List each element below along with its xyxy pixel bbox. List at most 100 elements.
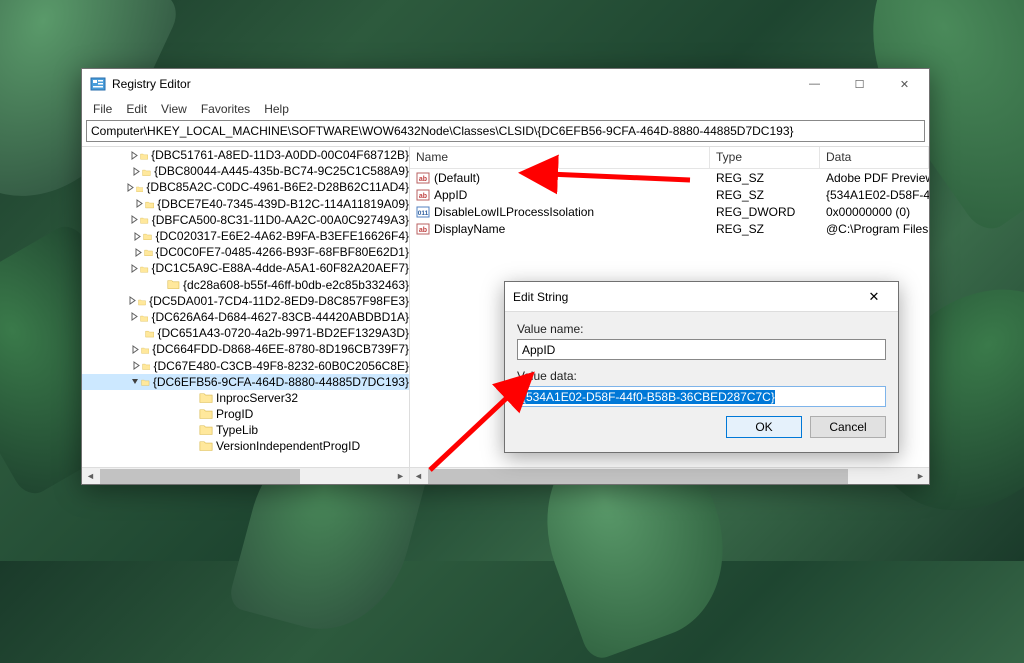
tree-item[interactable]: {DC6EFB56-9CFA-464D-8880-44885D7DC193} xyxy=(82,374,409,390)
tree-item-label: VersionIndependentProgID xyxy=(216,439,360,453)
folder-icon xyxy=(144,246,153,258)
list-row[interactable]: ab(Default)REG_SZAdobe PDF Preview xyxy=(410,169,929,186)
svg-text:011: 011 xyxy=(418,210,429,217)
col-type[interactable]: Type xyxy=(710,147,820,168)
tree-item[interactable]: InprocServer32 xyxy=(82,390,409,406)
list-scrollbar-h[interactable]: ◄ ► xyxy=(410,467,929,484)
folder-icon xyxy=(167,279,180,291)
tree-item-label: {DC020317-E6E2-4A62-B9FA-B3EFE16626F4} xyxy=(156,229,410,243)
tree-item[interactable]: {DC020317-E6E2-4A62-B9FA-B3EFE16626F4} xyxy=(82,228,409,244)
expand-icon[interactable] xyxy=(130,262,139,274)
tree-item[interactable]: {DBC51761-A8ED-11D3-A0DD-00C04F68712B} xyxy=(82,147,409,163)
tree-item[interactable]: {DC67E480-C3CB-49F8-8232-60B0C2056C8E} xyxy=(82,357,409,373)
tree-item-label: {DC651A43-0720-4a2b-9971-BD2EF1329A3D} xyxy=(157,326,409,340)
dialog-close-button[interactable]: ✕ xyxy=(858,283,890,311)
value-name: AppID xyxy=(434,188,467,202)
expand-icon[interactable] xyxy=(132,165,141,177)
list-row[interactable]: abAppIDREG_SZ{534A1E02-D58F-44f xyxy=(410,186,929,203)
tree-panel: {DBC51761-A8ED-11D3-A0DD-00C04F68712B}{D… xyxy=(82,147,410,484)
expand-icon[interactable] xyxy=(128,295,137,307)
expand-icon[interactable] xyxy=(131,376,140,388)
expand-icon[interactable] xyxy=(132,360,141,372)
tree-item-label: {DC1C5A9C-E88A-4dde-A5A1-60F82A20AEF7} xyxy=(152,261,409,275)
address-bar[interactable]: Computer\HKEY_LOCAL_MACHINE\SOFTWARE\WOW… xyxy=(86,120,925,142)
expand-icon[interactable] xyxy=(186,392,198,404)
close-button[interactable]: ✕ xyxy=(882,69,927,99)
tree-item[interactable]: {DC664FDD-D868-46EE-8780-8D196CB739F7} xyxy=(82,341,409,357)
tree-item[interactable]: {DC1C5A9C-E88A-4dde-A5A1-60F82A20AEF7} xyxy=(82,260,409,276)
scroll-right-icon[interactable]: ► xyxy=(392,468,409,485)
tree-item[interactable]: {DBC85A2C-C0DC-4961-B6E2-D28B62C11AD4} xyxy=(82,179,409,195)
menu-file[interactable]: File xyxy=(86,101,119,117)
binary-value-icon: 011 xyxy=(416,205,430,219)
scroll-left-icon[interactable]: ◄ xyxy=(82,468,99,485)
tree-item-label: {DBFCA500-8C31-11D0-AA2C-00A0C92749A3} xyxy=(152,213,409,227)
ok-button[interactable]: OK xyxy=(726,416,802,438)
dialog-titlebar[interactable]: Edit String ✕ xyxy=(505,282,898,312)
expand-icon[interactable] xyxy=(186,408,198,420)
expand-icon[interactable] xyxy=(130,311,139,323)
folder-icon xyxy=(143,230,152,242)
tree-item[interactable]: {DC0C0FE7-0485-4266-B93F-68FBF80E62D1} xyxy=(82,244,409,260)
tree-item-label: {DC67E480-C3CB-49F8-8232-60B0C2056C8E} xyxy=(154,359,410,373)
regedit-icon xyxy=(90,76,106,92)
expand-icon[interactable] xyxy=(130,214,139,226)
maximize-button[interactable]: ☐ xyxy=(837,69,882,99)
tree-body[interactable]: {DBC51761-A8ED-11D3-A0DD-00C04F68712B}{D… xyxy=(82,147,409,467)
expand-icon[interactable] xyxy=(136,327,144,339)
expand-icon[interactable] xyxy=(135,198,144,210)
folder-icon xyxy=(140,262,148,274)
tree-item[interactable]: {DBCE7E40-7345-439D-B12C-114A11819A09} xyxy=(82,196,409,212)
value-type: REG_SZ xyxy=(710,222,820,236)
value-name-label: Value name: xyxy=(517,322,886,336)
menu-help[interactable]: Help xyxy=(257,101,296,117)
menubar: File Edit View Favorites Help xyxy=(82,99,929,118)
list-row[interactable]: abDisplayNameREG_SZ@C:\Program Files (x xyxy=(410,220,929,237)
value-type: REG_SZ xyxy=(710,171,820,185)
menu-favorites[interactable]: Favorites xyxy=(194,101,257,117)
scroll-right-icon[interactable]: ► xyxy=(912,468,929,485)
tree-item-label: InprocServer32 xyxy=(216,391,298,405)
tree-item[interactable]: {DC5DA001-7CD4-11D2-8ED9-D8C857F98FE3} xyxy=(82,293,409,309)
col-name[interactable]: Name xyxy=(410,147,710,168)
value-name: DisplayName xyxy=(434,222,505,236)
tree-item-label: {DBC51761-A8ED-11D3-A0DD-00C04F68712B} xyxy=(151,148,409,162)
menu-view[interactable]: View xyxy=(154,101,194,117)
expand-icon[interactable] xyxy=(133,230,142,242)
tree-item[interactable]: ProgID xyxy=(82,406,409,422)
tree-item-label: {DC626A64-D684-4627-83CB-44420ABDBD1A} xyxy=(152,310,410,324)
value-data-text: {534A1E02-D58F-44f0-B58B-36CBED287C7C} xyxy=(522,390,775,404)
tree-item[interactable]: VersionIndependentProgID xyxy=(82,438,409,454)
tree-item-label: TypeLib xyxy=(216,423,258,437)
expand-icon[interactable] xyxy=(155,279,166,291)
scroll-left-icon[interactable]: ◄ xyxy=(410,468,427,485)
tree-item[interactable]: {DC651A43-0720-4a2b-9971-BD2EF1329A3D} xyxy=(82,325,409,341)
tree-item[interactable]: {DC626A64-D684-4627-83CB-44420ABDBD1A} xyxy=(82,309,409,325)
expand-icon[interactable] xyxy=(134,246,143,258)
expand-icon[interactable] xyxy=(126,181,135,193)
folder-icon xyxy=(138,295,146,307)
expand-icon[interactable] xyxy=(130,149,139,161)
expand-icon[interactable] xyxy=(186,424,198,436)
window-title: Registry Editor xyxy=(112,77,792,91)
col-data[interactable]: Data xyxy=(820,147,929,168)
value-name-input[interactable] xyxy=(517,339,886,360)
expand-icon[interactable] xyxy=(186,440,198,452)
tree-item-label: {DC664FDD-D868-46EE-8780-8D196CB739F7} xyxy=(152,342,409,356)
titlebar[interactable]: Registry Editor — ☐ ✕ xyxy=(82,69,929,99)
tree-item[interactable]: {DBFCA500-8C31-11D0-AA2C-00A0C92749A3} xyxy=(82,212,409,228)
list-header: Name Type Data xyxy=(410,147,929,169)
menu-edit[interactable]: Edit xyxy=(119,101,154,117)
expand-icon[interactable] xyxy=(131,343,140,355)
edit-string-dialog: Edit String ✕ Value name: Value data: {5… xyxy=(504,281,899,453)
tree-scrollbar-h[interactable]: ◄ ► xyxy=(82,467,409,484)
tree-item[interactable]: TypeLib xyxy=(82,422,409,438)
list-row[interactable]: 011DisableLowILProcessIsolationREG_DWORD… xyxy=(410,203,929,220)
svg-text:ab: ab xyxy=(419,227,427,234)
minimize-button[interactable]: — xyxy=(792,69,837,99)
value-data-input[interactable]: {534A1E02-D58F-44f0-B58B-36CBED287C7C} xyxy=(517,386,886,407)
tree-item[interactable]: {DBC80044-A445-435b-BC74-9C25C1C588A9} xyxy=(82,163,409,179)
cancel-button[interactable]: Cancel xyxy=(810,416,886,438)
tree-item[interactable]: {dc28a608-b55f-46ff-b0db-e2c85b332463} xyxy=(82,277,409,293)
value-name: DisableLowILProcessIsolation xyxy=(434,205,594,219)
